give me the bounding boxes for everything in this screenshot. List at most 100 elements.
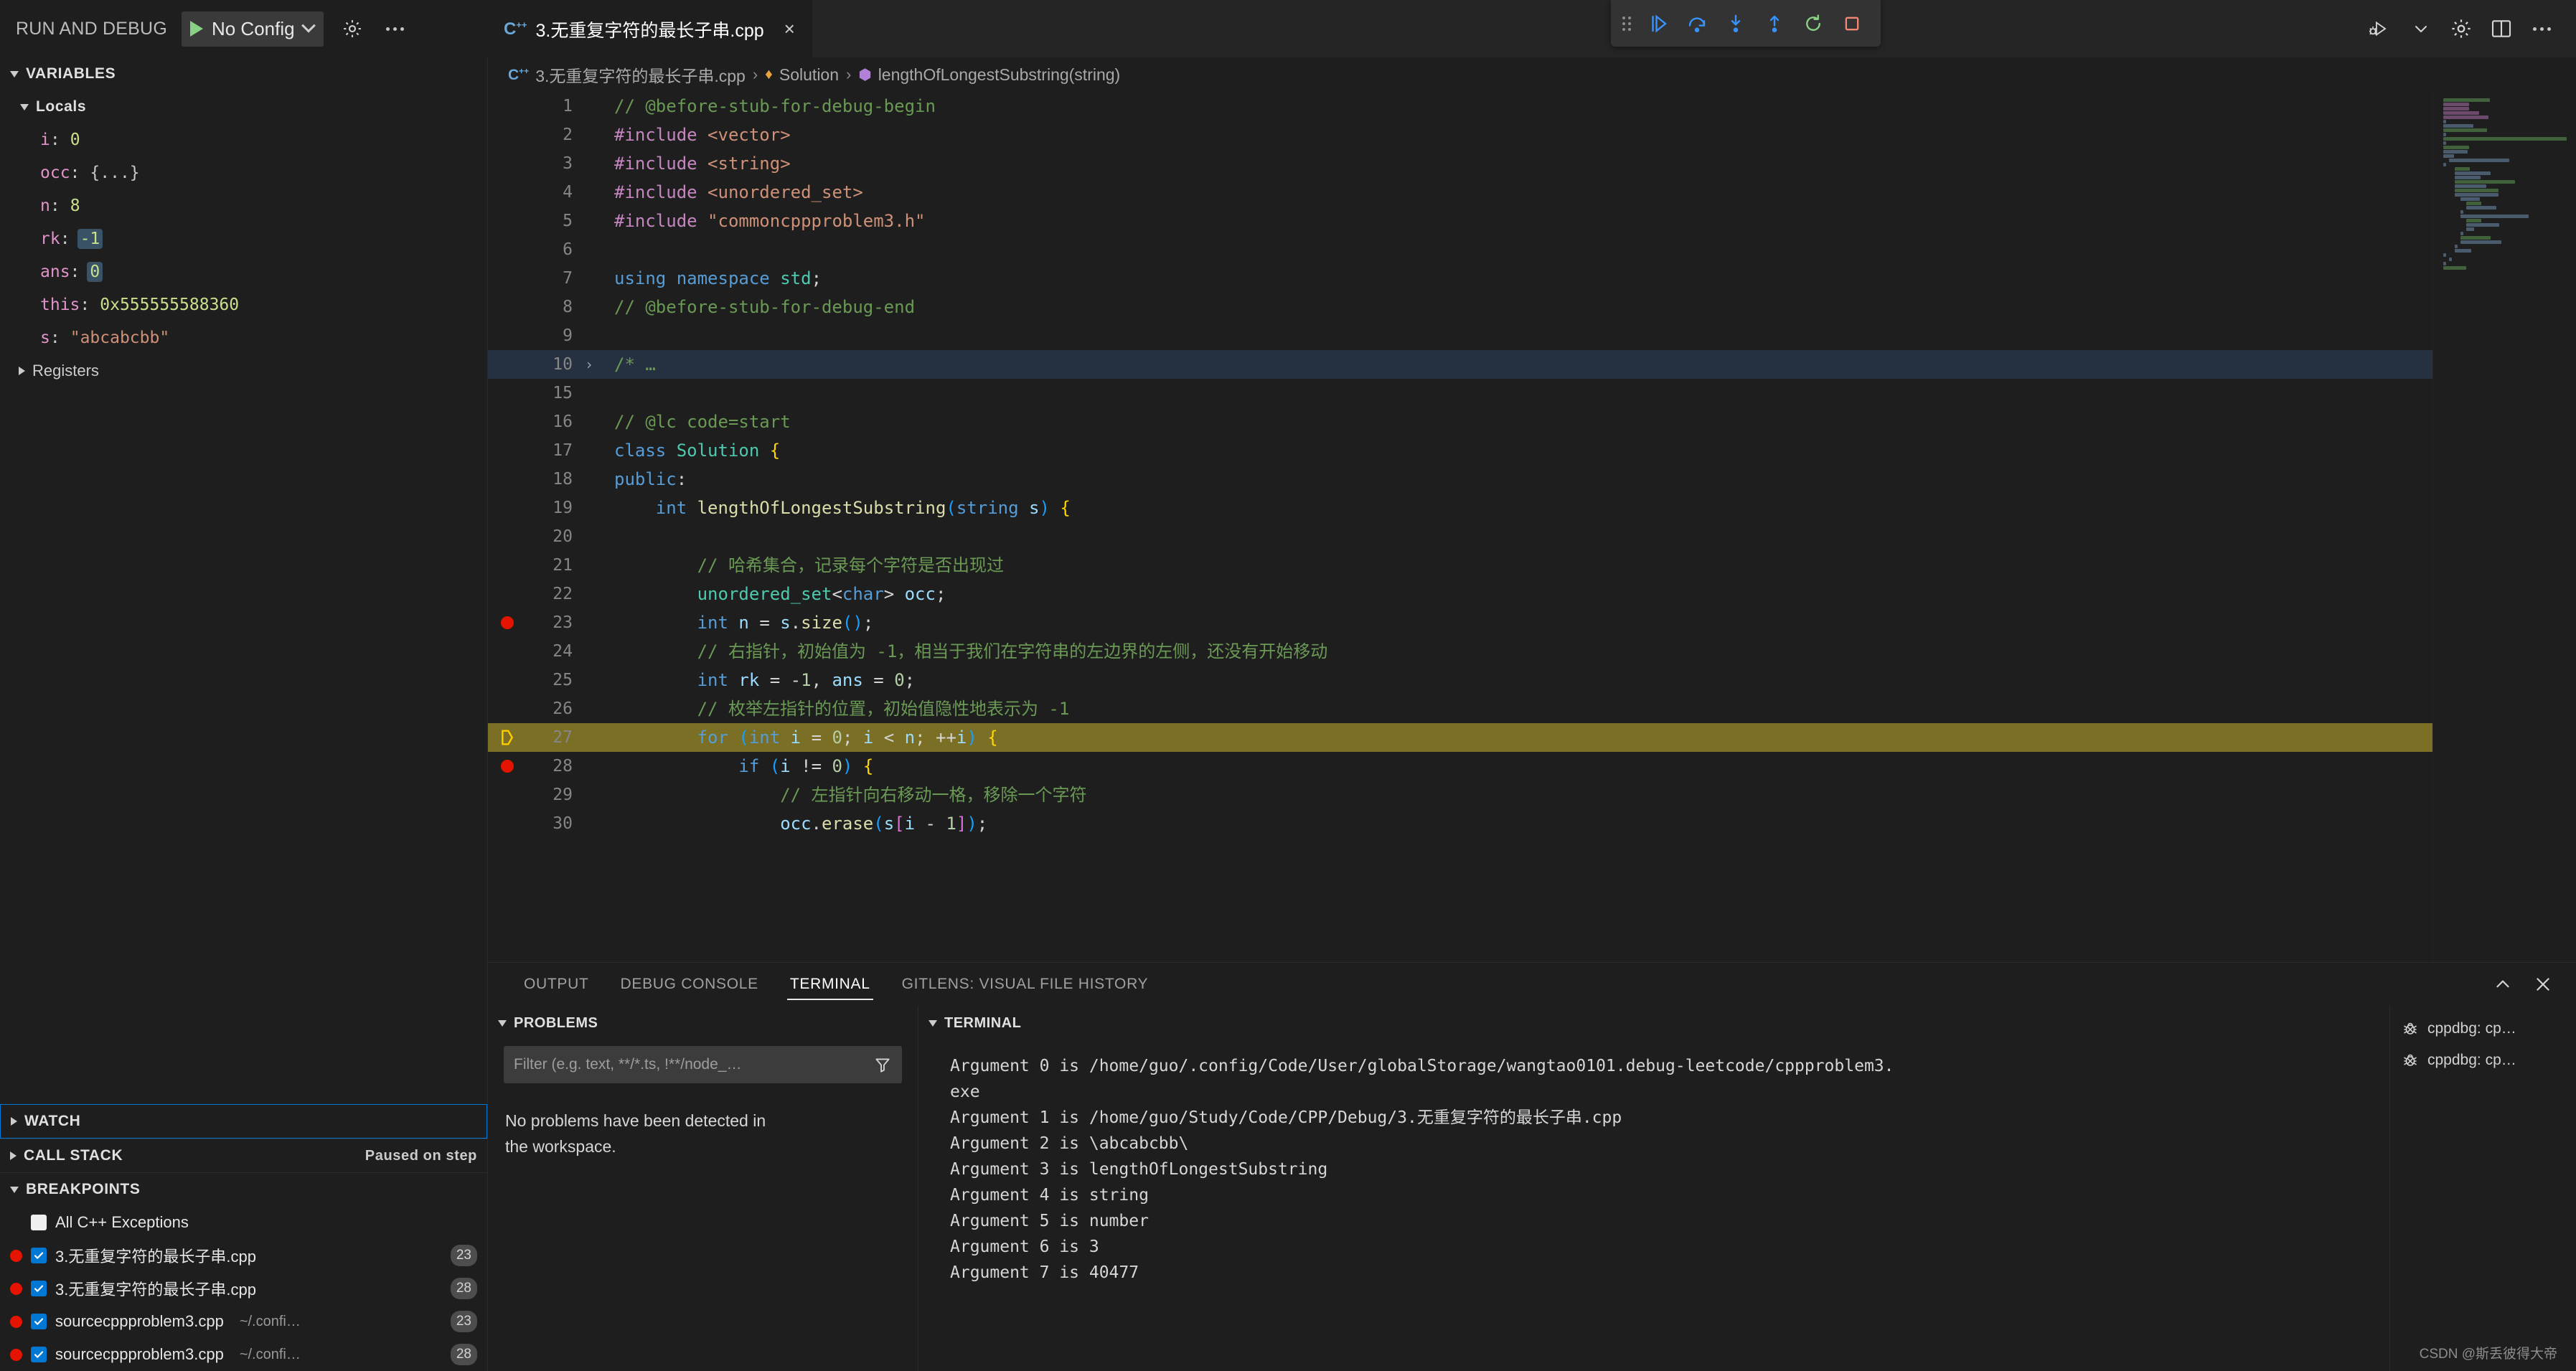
code-line[interactable]: 2 #include <vector> (488, 121, 2432, 149)
line-number[interactable]: 18 (527, 465, 577, 494)
breakpoint-checkbox[interactable] (31, 1347, 47, 1362)
breakpoints-section-header[interactable]: BREAKPOINTS (0, 1173, 487, 1206)
fold-chevron-icon[interactable]: › (577, 350, 601, 379)
line-number[interactable]: 16 (527, 407, 577, 436)
code-line[interactable]: 8 // @before-stub-for-debug-end (488, 293, 2432, 321)
breakpoint-glyph[interactable] (488, 760, 527, 773)
code-line[interactable]: 22 unordered_set<char> occ; (488, 580, 2432, 608)
debug-settings-gear-button[interactable] (338, 14, 367, 43)
drag-handle[interactable] (1622, 16, 1631, 31)
line-number[interactable]: 2 (527, 121, 577, 149)
breakpoint-row[interactable]: All C++ Exceptions (0, 1206, 487, 1239)
line-number[interactable]: 21 (527, 551, 577, 580)
line-number[interactable]: 5 (527, 207, 577, 235)
line-number[interactable]: 19 (527, 494, 577, 522)
code-line[interactable]: 9 (488, 321, 2432, 350)
code-line[interactable]: 10 › /* … (488, 350, 2432, 379)
filter-icon[interactable] (873, 1055, 892, 1074)
breadcrumb-method[interactable]: ⬢ lengthOfLongestSubstring(string) (858, 65, 1120, 85)
editor-tab[interactable]: C++ 3.无重复字符的最长子串.cpp × (488, 0, 812, 57)
line-number[interactable]: 23 (527, 608, 577, 637)
variable-row[interactable]: occ: {...} (0, 156, 487, 189)
tab-output[interactable]: OUTPUT (508, 963, 605, 1006)
variable-value[interactable]: 8 (67, 196, 83, 216)
breakpoint-checkbox[interactable] (31, 1248, 47, 1263)
code-line[interactable]: 18 public: (488, 465, 2432, 494)
tab-debug-console[interactable]: DEBUG CONSOLE (605, 963, 774, 1006)
variables-section-header[interactable]: VARIABLES (0, 57, 487, 90)
breakpoint-row[interactable]: 3.无重复字符的最长子串.cpp 28 (0, 1272, 487, 1305)
code-line[interactable]: 15 (488, 379, 2432, 407)
line-number[interactable]: 25 (527, 666, 577, 694)
terminal-output[interactable]: Argument 0 is /home/guo/.config/Code/Use… (918, 1040, 2389, 1371)
execution-pointer-glyph[interactable] (488, 729, 527, 746)
code-line[interactable]: 6 (488, 235, 2432, 264)
terminal-list-item[interactable]: cppdbg: cp… (2390, 1045, 2576, 1076)
code-line[interactable]: 30 occ.erase(s[i - 1]); (488, 809, 2432, 838)
line-number[interactable]: 1 (527, 92, 577, 121)
code-line[interactable]: 28 if (i != 0) { (488, 752, 2432, 781)
variable-value[interactable]: "abcabcbb" (67, 328, 172, 348)
breakpoint-checkbox[interactable] (31, 1281, 47, 1296)
locals-group-header[interactable]: Locals (0, 90, 487, 123)
step-into-button[interactable] (1719, 6, 1753, 41)
launch-config-button[interactable]: No Config (181, 11, 324, 47)
tab-gitlens-visual-file-history[interactable]: GITLENS: VISUAL FILE HISTORY (886, 963, 1165, 1006)
variable-row[interactable]: s: "abcabcbb" (0, 321, 487, 354)
filter-input[interactable] (514, 1056, 873, 1073)
variable-value[interactable]: 0 (87, 262, 103, 282)
problems-pane-header[interactable]: PROBLEMS (488, 1006, 918, 1040)
tab-terminal[interactable]: TERMINAL (774, 963, 886, 1006)
settings-button[interactable] (2443, 10, 2480, 47)
breakpoint-row[interactable]: sourcecppproblem3.cpp ~/.confi… 28 (0, 1338, 487, 1371)
step-over-button[interactable] (1680, 6, 1714, 41)
variable-row[interactable]: ans:0 (0, 255, 487, 288)
variable-value[interactable]: 0x555555588360 (97, 295, 242, 315)
problems-filter[interactable] (504, 1046, 902, 1083)
variable-row[interactable]: this:0x555555588360 (0, 288, 487, 321)
code-line[interactable]: 24 // 右指针，初始值为 -1，相当于我们在字符串的左边界的左侧，还没有开始… (488, 637, 2432, 666)
breakpoint-checkbox[interactable] (31, 1314, 47, 1329)
code-lines[interactable]: 1 // @before-stub-for-debug-begin 2 #includ… (488, 92, 2432, 962)
run-dropdown-button[interactable] (2402, 10, 2440, 47)
line-number[interactable]: 29 (527, 781, 577, 809)
line-number[interactable]: 8 (527, 293, 577, 321)
callstack-section-header[interactable]: CALL STACK Paused on step (0, 1139, 487, 1172)
line-number[interactable]: 4 (527, 178, 577, 207)
close-panel-button[interactable] (2529, 970, 2557, 999)
code-line[interactable]: 29 // 左指针向右移动一格，移除一个字符 (488, 781, 2432, 809)
editor-more-actions-button[interactable] (2523, 10, 2560, 47)
line-number[interactable]: 9 (527, 321, 577, 350)
terminal-pane-header[interactable]: TERMINAL (918, 1006, 2389, 1040)
breadcrumb-file[interactable]: C++ 3.无重复字符的最长子串.cpp (508, 62, 746, 87)
variable-value[interactable]: {...} (87, 163, 142, 183)
chevron-down-icon[interactable] (301, 18, 316, 33)
continue-button[interactable] (1641, 6, 1675, 41)
code-line[interactable]: 27 for (int i = 0; i < n; ++i) { (488, 723, 2432, 752)
code-line[interactable]: 20 (488, 522, 2432, 551)
watch-section[interactable]: WATCH (0, 1104, 487, 1139)
stop-button[interactable] (1835, 6, 1869, 41)
variable-value[interactable]: -1 (77, 229, 103, 249)
watch-section-header[interactable]: WATCH (1, 1105, 486, 1138)
line-number[interactable]: 30 (527, 809, 577, 838)
line-number[interactable]: 10 (527, 350, 577, 379)
minimap[interactable] (2432, 92, 2576, 962)
restart-button[interactable] (1796, 6, 1830, 41)
line-number[interactable]: 7 (527, 264, 577, 293)
line-number[interactable]: 6 (527, 235, 577, 264)
line-number[interactable]: 24 (527, 637, 577, 666)
line-number[interactable]: 3 (527, 149, 577, 178)
code-line[interactable]: 4 #include <unordered_set> (488, 178, 2432, 207)
line-number[interactable]: 22 (527, 580, 577, 608)
variable-value[interactable]: 0 (67, 130, 83, 150)
variable-row[interactable]: rk: -1 (0, 222, 487, 255)
line-number[interactable]: 15 (527, 379, 577, 407)
terminal-list-item[interactable]: cppdbg: cp… (2390, 1013, 2576, 1045)
breakpoint-row[interactable]: 3.无重复字符的最长子串.cpp 23 (0, 1239, 487, 1272)
line-number[interactable]: 17 (527, 436, 577, 465)
debug-more-actions-button[interactable] (381, 14, 410, 43)
breakpoint-glyph[interactable] (488, 616, 527, 629)
code-line[interactable]: 5 #include "commoncppproblem3.h" (488, 207, 2432, 235)
variable-row[interactable]: i:0 (0, 123, 487, 156)
